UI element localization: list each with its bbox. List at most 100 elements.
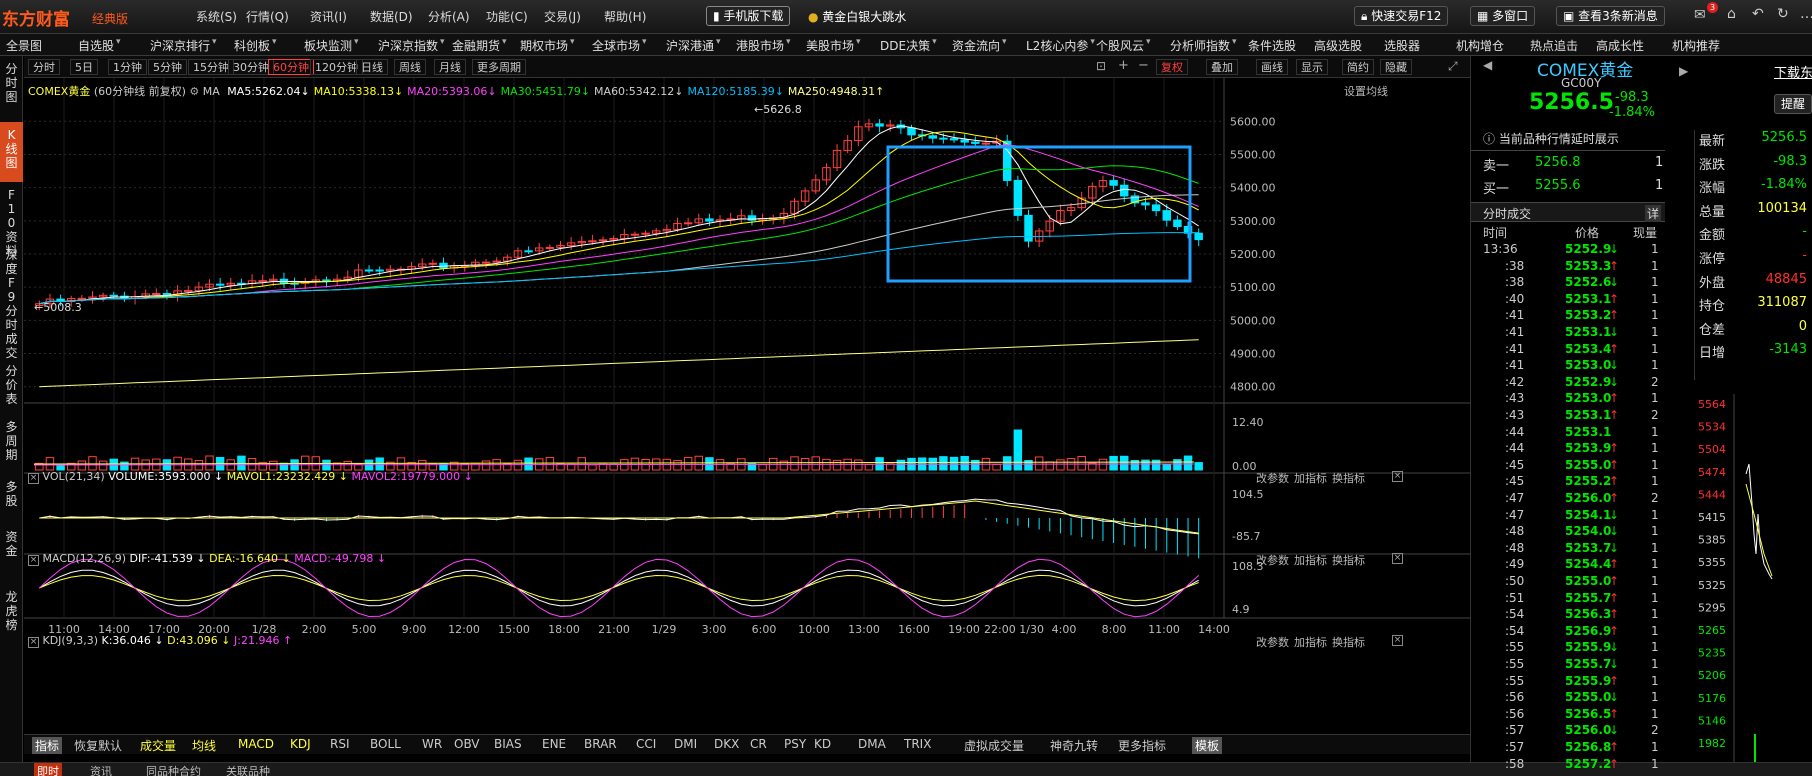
indicator-tab[interactable]: 虚拟成交量	[964, 737, 1024, 754]
indicator-tab[interactable]: RSI	[330, 737, 350, 751]
menu-item[interactable]: 分析(A)	[428, 8, 470, 25]
draw-button[interactable]: 画线	[1256, 59, 1288, 75]
left-tab[interactable]: 深度F9	[0, 242, 23, 304]
indicator-tab[interactable]: DMA	[858, 737, 886, 751]
panel-button[interactable]: 改参数	[1256, 634, 1289, 650]
panel-button[interactable]: 加指标	[1294, 470, 1327, 486]
period-tab[interactable]: 1分钟	[108, 59, 147, 75]
close-icon[interactable]: ×	[1392, 635, 1403, 646]
panel-button[interactable]: 加指标	[1294, 552, 1327, 568]
home-icon[interactable]: ⌂	[1727, 6, 1736, 22]
nav-item[interactable]: 期权市场 ▾	[520, 37, 575, 54]
refresh-icon[interactable]: ↻	[1777, 6, 1789, 22]
period-tab[interactable]: 周线	[394, 59, 426, 75]
nav-item[interactable]: DDE决策 ▾	[880, 37, 937, 54]
left-tab[interactable]: 分时图	[0, 56, 23, 122]
expand-icon[interactable]: ⤢	[1448, 59, 1458, 74]
indicator-tab[interactable]: 指标	[32, 737, 63, 754]
fuquan-button[interactable]: 复权	[1156, 59, 1188, 75]
left-tab[interactable]: K线图	[0, 122, 23, 182]
close-icon[interactable]: ×	[1392, 553, 1403, 564]
nav-item[interactable]: 选股器	[1384, 37, 1420, 54]
nav-item[interactable]: 资金流向 ▾	[952, 37, 1007, 54]
indicator-tab[interactable]: 恢复默认	[74, 737, 122, 754]
close-icon[interactable]: ×	[28, 637, 39, 648]
nav-item[interactable]: 个股风云 ▾	[1096, 37, 1151, 54]
close-icon[interactable]: ×	[28, 555, 39, 566]
indicator-tab[interactable]: ENE	[542, 737, 566, 751]
nav-item[interactable]: 全球市场 ▾	[592, 37, 647, 54]
indicator-tab[interactable]: MACD	[238, 737, 274, 751]
left-tab[interactable]: 龙虎榜	[0, 584, 23, 644]
nav-item[interactable]: 美股市场 ▾	[806, 37, 861, 54]
zoom-in-icon[interactable]: +	[1118, 58, 1129, 73]
menu-item[interactable]: 系统(S)	[196, 8, 237, 25]
indicator-tab[interactable]: 模板	[1192, 737, 1223, 754]
indicator-tab[interactable]: CCI	[636, 737, 656, 751]
panel-button[interactable]: 换指标	[1332, 634, 1365, 650]
overlay-button[interactable]: 叠加	[1206, 59, 1238, 75]
indicator-tab[interactable]: 神奇九转	[1050, 737, 1098, 754]
left-tab[interactable]: 多周期	[0, 414, 23, 474]
indicator-tab[interactable]: 更多指标	[1118, 737, 1166, 754]
period-tab[interactable]: 5分钟	[148, 59, 187, 75]
panel-button[interactable]: 换指标	[1332, 470, 1365, 486]
period-tab[interactable]: 日线	[356, 59, 388, 75]
indicator-tab[interactable]: BOLL	[370, 737, 401, 751]
left-tab[interactable]: 分时成交	[0, 298, 23, 360]
nav-item[interactable]: 分析师指数 ▾	[1170, 37, 1237, 54]
panel-button[interactable]: 加指标	[1294, 634, 1327, 650]
indicator-tab[interactable]: TRIX	[904, 737, 931, 751]
panel-button[interactable]: 改参数	[1256, 470, 1289, 486]
left-tab[interactable]: 分价表	[0, 358, 23, 414]
nav-item[interactable]: 全景图	[6, 37, 42, 54]
status-tab[interactable]: 资讯	[90, 763, 112, 776]
indicator-tab[interactable]: BRAR	[584, 737, 617, 751]
panel-arrow-left-icon[interactable]: ◀	[1483, 58, 1492, 72]
indicator-tab[interactable]: WR	[422, 737, 442, 751]
nav-item[interactable]: 条件选股	[1248, 37, 1296, 54]
left-tab[interactable]: F10资料	[0, 182, 23, 258]
close-icon[interactable]: ×	[28, 473, 39, 484]
nav-item[interactable]: 板块监测 ▾	[304, 37, 359, 54]
ma-settings-button[interactable]: 设置均线	[1344, 83, 1388, 99]
period-tab[interactable]: 更多周期	[472, 59, 526, 75]
indicator-tab[interactable]: DMI	[674, 737, 697, 751]
nav-item[interactable]: 港股市场 ▾	[736, 37, 791, 54]
lock-tool-icon[interactable]: ⊡	[1096, 59, 1106, 73]
nav-item[interactable]: 沪深京排行 ▾	[150, 37, 217, 54]
indicator-tab[interactable]: KDJ	[290, 737, 311, 751]
mail-icon[interactable]: ✉	[1694, 7, 1706, 23]
menu-item[interactable]: 资讯(I)	[310, 8, 347, 25]
menu-item[interactable]: 数据(D)	[370, 8, 413, 25]
nav-item[interactable]: 沪深京指数 ▾	[378, 37, 445, 54]
nav-item[interactable]: 高级选股	[1314, 37, 1362, 54]
left-tab[interactable]: 资金	[0, 524, 23, 584]
nav-item[interactable]: 机构推荐	[1672, 37, 1720, 54]
panel-arrow-right-icon[interactable]: ▶	[1679, 64, 1688, 78]
quick-trade-button[interactable]: 🔒︎ 快速交易F12	[1354, 6, 1449, 26]
multi-window-button[interactable]: ▦ 多窗口	[1470, 6, 1536, 26]
indicator-tab[interactable]: OBV	[454, 737, 480, 751]
download-link[interactable]: 下载东	[1774, 62, 1812, 81]
menu-item[interactable]: 功能(C)	[486, 8, 528, 25]
period-tab[interactable]: 5日	[70, 59, 98, 75]
display-button[interactable]: 显示	[1296, 59, 1328, 75]
back-icon[interactable]: ↶	[1752, 6, 1764, 22]
nav-item[interactable]: 高成长性	[1596, 37, 1644, 54]
settings-icon[interactable]: ⚙	[189, 85, 199, 98]
panel-button[interactable]: 换指标	[1332, 552, 1365, 568]
indicator-tab[interactable]: DKX	[714, 737, 739, 751]
left-tab[interactable]: 多股	[0, 474, 23, 524]
mobile-download-button[interactable]: ▮ 手机版下载	[706, 6, 791, 26]
menu-item[interactable]: 交易(J)	[544, 8, 581, 25]
indicator-tab[interactable]: 均线	[192, 737, 216, 754]
nav-item[interactable]: L2核心内参 ▾	[1026, 37, 1095, 54]
period-tab[interactable]: 分时	[28, 59, 60, 75]
panel-button[interactable]: 改参数	[1256, 552, 1289, 568]
hide-button[interactable]: 隐藏	[1380, 59, 1412, 75]
status-tab[interactable]: 即时	[34, 763, 62, 776]
simple-button[interactable]: 简约	[1342, 59, 1374, 75]
nav-item[interactable]: 机构增仓	[1456, 37, 1504, 54]
ticks-detail-button[interactable]: 详	[1645, 205, 1662, 222]
